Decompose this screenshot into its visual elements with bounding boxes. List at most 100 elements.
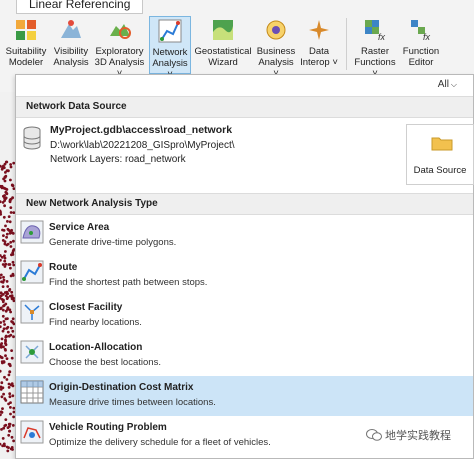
map-feature-dot [0, 276, 2, 280]
raster-functions-icon: fx [365, 20, 386, 42]
item-name: Route [49, 262, 78, 273]
map-feature-dot [2, 345, 5, 349]
network-source-path: D:\work\lab\20221208_GISpro\MyProject\ [50, 140, 235, 151]
map-feature-dot [9, 333, 13, 337]
map-feature-dot [0, 342, 4, 345]
map-feature-dot [10, 297, 14, 301]
analysis-location-allocation[interactable]: Location-Allocation Choose the best loca… [16, 336, 473, 376]
map-feature-dot [0, 200, 2, 204]
map-feature-dot [11, 448, 14, 451]
item-name: Closest Facility [49, 302, 123, 313]
business-analysis-button[interactable]: Business Analysis ˅ [255, 16, 297, 79]
map-feature-dot [2, 177, 5, 181]
data-interop-label: Data Interop ˅ [300, 46, 338, 68]
map-feature-dot [2, 234, 5, 238]
visibility-analysis-button[interactable]: Visibility Analysis [51, 16, 91, 74]
map-feature-dot [10, 183, 14, 187]
map-feature-dot [11, 329, 15, 333]
map-feature-dot [9, 406, 12, 409]
business-analysis-icon [266, 20, 286, 40]
map-feature-dot [3, 254, 6, 258]
map-feature-dot [1, 407, 4, 410]
map-feature-dot [1, 308, 5, 312]
analysis-route[interactable]: Route Find the shortest path between sto… [16, 256, 473, 296]
map-feature-dot [8, 263, 12, 266]
map-feature-dot [4, 191, 8, 195]
map-feature-dot [8, 395, 12, 399]
map-view[interactable] [0, 92, 16, 459]
map-feature-dot [5, 235, 8, 239]
map-feature-dot [5, 357, 9, 360]
folder-icon [431, 137, 453, 151]
item-name: Vehicle Routing Problem [49, 422, 167, 433]
map-feature-dot [6, 169, 10, 173]
suitability-modeler-button[interactable]: Suitability Modeler [2, 16, 50, 74]
geostatistical-wizard-button[interactable]: Geostatistical Wizard [193, 16, 253, 74]
watermark: 地学实践教程 [366, 427, 451, 443]
suitability-modeler-icon [16, 20, 36, 40]
map-feature-dot [6, 449, 10, 453]
analysis-closest-facility[interactable]: Closest Facility Find nearby locations. [16, 296, 473, 336]
network-analysis-button[interactable]: Network Analysis ˅ [149, 16, 191, 80]
section-header-network-source: Network Data Source [16, 96, 473, 118]
chevron-down-icon: ⌵ [450, 80, 457, 89]
map-feature-dot [6, 317, 9, 320]
map-feature-dot [2, 442, 6, 446]
vehicle-routing-icon [20, 420, 44, 444]
map-feature-dot [3, 375, 6, 379]
map-feature-dot [0, 428, 3, 431]
map-feature-dot [0, 410, 3, 414]
item-name: Origin-Destination Cost Matrix [49, 382, 194, 393]
item-description: Generate drive-time polygons. [49, 237, 177, 248]
map-feature-dot [0, 395, 4, 399]
data-source-button[interactable]: Data Source [406, 124, 474, 185]
section-header-analysis-type: New Network Analysis Type [16, 193, 473, 215]
map-feature-dot [0, 258, 2, 262]
analysis-od-cost-matrix[interactable]: Origin-Destination Cost Matrix Measure d… [16, 376, 473, 416]
map-feature-dot [6, 220, 9, 223]
map-feature-dot [0, 369, 2, 373]
map-feature-dot [9, 266, 12, 270]
map-feature-dot [1, 228, 4, 232]
item-name: Service Area [49, 222, 110, 233]
map-feature-dot [4, 418, 8, 421]
map-feature-dot [0, 337, 4, 341]
data-interop-button[interactable]: Data Interop ˅ [298, 16, 340, 74]
map-feature-dot [3, 194, 6, 197]
map-feature-dot [1, 263, 5, 266]
map-feature-dot [9, 401, 12, 404]
map-feature-dot [0, 325, 2, 329]
map-feature-dot [1, 437, 5, 440]
raster-functions-button[interactable]: fx Raster Functions ˅ [352, 16, 398, 79]
map-feature-dot [0, 321, 3, 324]
tab-linear-referencing[interactable]: Linear Referencing [16, 0, 144, 14]
map-feature-dot [7, 373, 11, 377]
svg-text:fx: fx [378, 32, 386, 42]
map-feature-dot [5, 280, 9, 283]
map-feature-dot [3, 291, 7, 294]
network-layers-text: Network Layers: road_network [50, 154, 186, 165]
map-feature-dot [10, 356, 14, 360]
map-feature-dot [0, 273, 3, 277]
geostatistical-wizard-label: Geostatistical Wizard [194, 46, 252, 68]
map-feature-dot [5, 297, 9, 300]
exploratory-3d-button[interactable]: Exploratory 3D Analysis ˅ [92, 16, 147, 79]
map-feature-dot [6, 325, 10, 329]
map-feature-dot [9, 240, 13, 244]
visibility-analysis-icon [61, 20, 81, 38]
map-feature-dot [11, 394, 15, 398]
map-feature-dot [1, 386, 5, 390]
map-feature-dot [5, 335, 8, 338]
map-feature-dot [7, 386, 11, 389]
map-feature-dot [3, 204, 6, 208]
map-feature-dot [5, 378, 9, 381]
map-feature-dot [9, 245, 13, 248]
map-feature-dot [8, 288, 12, 291]
analysis-service-area[interactable]: Service Area Generate drive-time polygon… [16, 216, 473, 256]
filter-dropdown[interactable]: All ⌵ [438, 79, 457, 90]
map-feature-dot [11, 196, 15, 200]
function-editor-button[interactable]: fx Function Editor [400, 16, 442, 74]
map-feature-dot [10, 294, 14, 297]
closest-facility-icon [20, 300, 44, 324]
map-feature-dot [6, 330, 10, 334]
